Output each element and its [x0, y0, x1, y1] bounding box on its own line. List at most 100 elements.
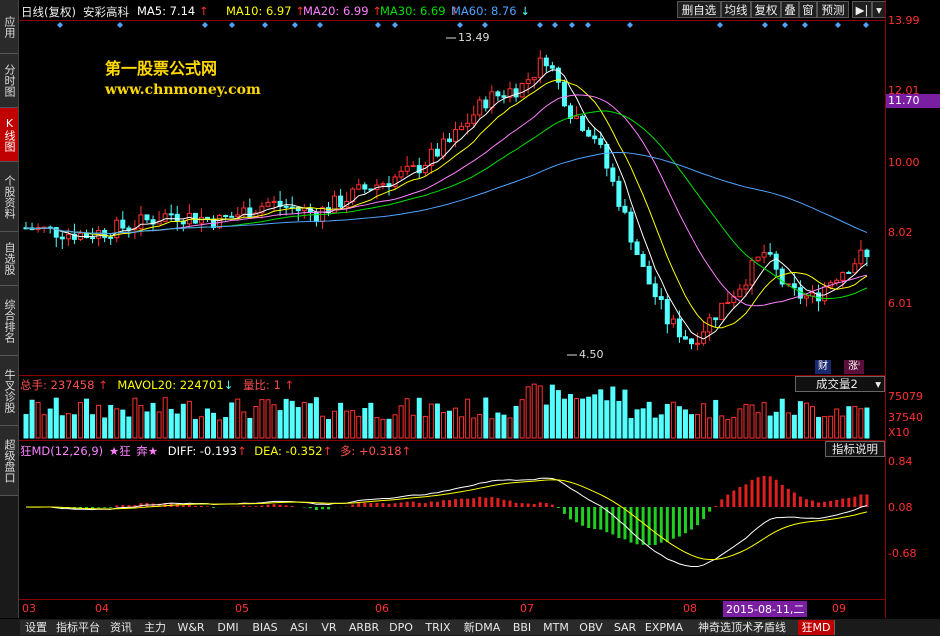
- finance-marker[interactable]: 财: [815, 360, 831, 374]
- price-tick: 6.01: [888, 297, 913, 310]
- tab-16[interactable]: SAR: [608, 620, 643, 635]
- signal-diamond-icon: [262, 22, 268, 28]
- signal-diamond-icon: [375, 22, 381, 28]
- volume-bar: [616, 400, 622, 439]
- signal-diamond-icon: [482, 22, 488, 28]
- volume-bar: [29, 399, 35, 439]
- tab-19[interactable]: 狂MD: [798, 620, 835, 635]
- volume-bar: [477, 414, 483, 439]
- candle-body: [634, 241, 640, 256]
- volume-bar: [622, 389, 628, 439]
- right-axis-border: [885, 0, 886, 618]
- volume-bar: [90, 414, 96, 439]
- candle-body: [531, 76, 537, 81]
- volume-bar: [495, 412, 501, 439]
- candle-body: [543, 57, 549, 67]
- indicator-help-button[interactable]: 指标说明: [825, 441, 885, 457]
- tab-7[interactable]: ASI: [284, 620, 315, 635]
- candle-body: [404, 165, 410, 172]
- tab-2[interactable]: 资讯: [104, 620, 139, 635]
- tab-13[interactable]: BBI: [506, 620, 539, 635]
- candle-body: [864, 249, 870, 258]
- tab-1[interactable]: 指标平台: [52, 620, 105, 635]
- volume-bar: [604, 400, 610, 439]
- signal-diamond-icon: [782, 22, 788, 28]
- volume-bar: [640, 408, 646, 439]
- volume-bar: [858, 408, 864, 439]
- tab-8[interactable]: VR: [314, 620, 345, 635]
- candle-body: [858, 249, 864, 265]
- volume-bar: [326, 419, 331, 439]
- volume-bar: [701, 403, 707, 439]
- volume-bar: [338, 402, 344, 439]
- candle-body: [604, 143, 610, 169]
- tab-10[interactable]: DPO: [384, 620, 419, 635]
- candle-body: [144, 214, 150, 221]
- indicator-title[interactable]: 狂MD(12,26,9): [20, 444, 103, 458]
- candle-body: [640, 254, 646, 267]
- candle-body: [519, 83, 525, 98]
- volume-bar: [664, 403, 670, 439]
- tab-9[interactable]: ARBR: [344, 620, 385, 635]
- price-tick: 10.00: [888, 156, 920, 169]
- volume-bar: [422, 415, 428, 439]
- candle-body: [59, 236, 65, 240]
- volume-bar: [725, 418, 731, 439]
- tab-5[interactable]: DMI: [210, 620, 247, 635]
- candle-body: [598, 138, 604, 145]
- volume-bar: [47, 408, 53, 439]
- volume-bar: [828, 415, 834, 439]
- month-label: 04: [95, 602, 109, 615]
- volume-bar: [767, 415, 773, 439]
- signal-diamond-icon: [835, 22, 841, 28]
- indicator-header: 狂MD(12,26,9) ★狂 奔★ DIFF: -0.193↑ DEA: -0…: [20, 444, 412, 458]
- candle-body: [664, 299, 670, 325]
- signal-diamond-icon: [317, 22, 323, 28]
- volume-bar: [398, 405, 404, 439]
- volume-bar: [223, 417, 229, 439]
- limit-marker[interactable]: 涨ⁱ: [844, 360, 864, 374]
- tab-11[interactable]: TRIX: [418, 620, 459, 635]
- signal-diamond-icon: [202, 22, 208, 28]
- tab-3[interactable]: 主力: [138, 620, 173, 635]
- tab-4[interactable]: W&R: [172, 620, 211, 635]
- month-label: 06: [375, 602, 389, 615]
- candle-body: [803, 295, 809, 299]
- volume-selector[interactable]: 成交量2 ▾: [795, 376, 885, 392]
- candle-body: [271, 200, 277, 203]
- tab-17[interactable]: EXPMA: [642, 620, 687, 635]
- volume-bar: [803, 402, 809, 439]
- tab-15[interactable]: OBV: [574, 620, 609, 635]
- volume-bar: [737, 408, 743, 439]
- candle-body: [217, 215, 223, 229]
- candle-body: [749, 260, 755, 286]
- kline-chart-svg: [23, 22, 870, 568]
- volume-bar: [319, 415, 325, 439]
- candle-body: [682, 336, 688, 340]
- tab-18[interactable]: 神奇选顶术矛盾线: [686, 620, 799, 635]
- indicator-tick: 0.84: [888, 455, 913, 468]
- tab-0[interactable]: 设置: [20, 620, 53, 635]
- tab-12[interactable]: 新DMA: [458, 620, 507, 635]
- signal-diamond-icon: [537, 22, 543, 28]
- candle-body: [755, 256, 761, 262]
- volume-bar: [453, 407, 459, 439]
- candle-body: [791, 283, 797, 289]
- volume-bar: [749, 404, 755, 439]
- tab-6[interactable]: BIAS: [246, 620, 285, 635]
- candle-body: [743, 284, 749, 290]
- signal-diamond-icon: [569, 22, 575, 28]
- date-axis: 03 04 05 06 07 08 2015-08-11,二 09: [0, 600, 885, 618]
- candle-body: [65, 233, 71, 240]
- volume-bar: [743, 403, 749, 439]
- limit-marker-label: 涨: [848, 361, 859, 372]
- volume-bar: [386, 418, 392, 439]
- volume-bar: [852, 405, 858, 439]
- candle-body: [168, 213, 174, 216]
- volume-bar: [501, 414, 507, 439]
- tab-14[interactable]: MTM: [538, 620, 575, 635]
- volume-bar: [162, 397, 168, 439]
- candle-body: [695, 342, 701, 345]
- volume-bar: [459, 416, 465, 439]
- volume-bar: [84, 398, 89, 439]
